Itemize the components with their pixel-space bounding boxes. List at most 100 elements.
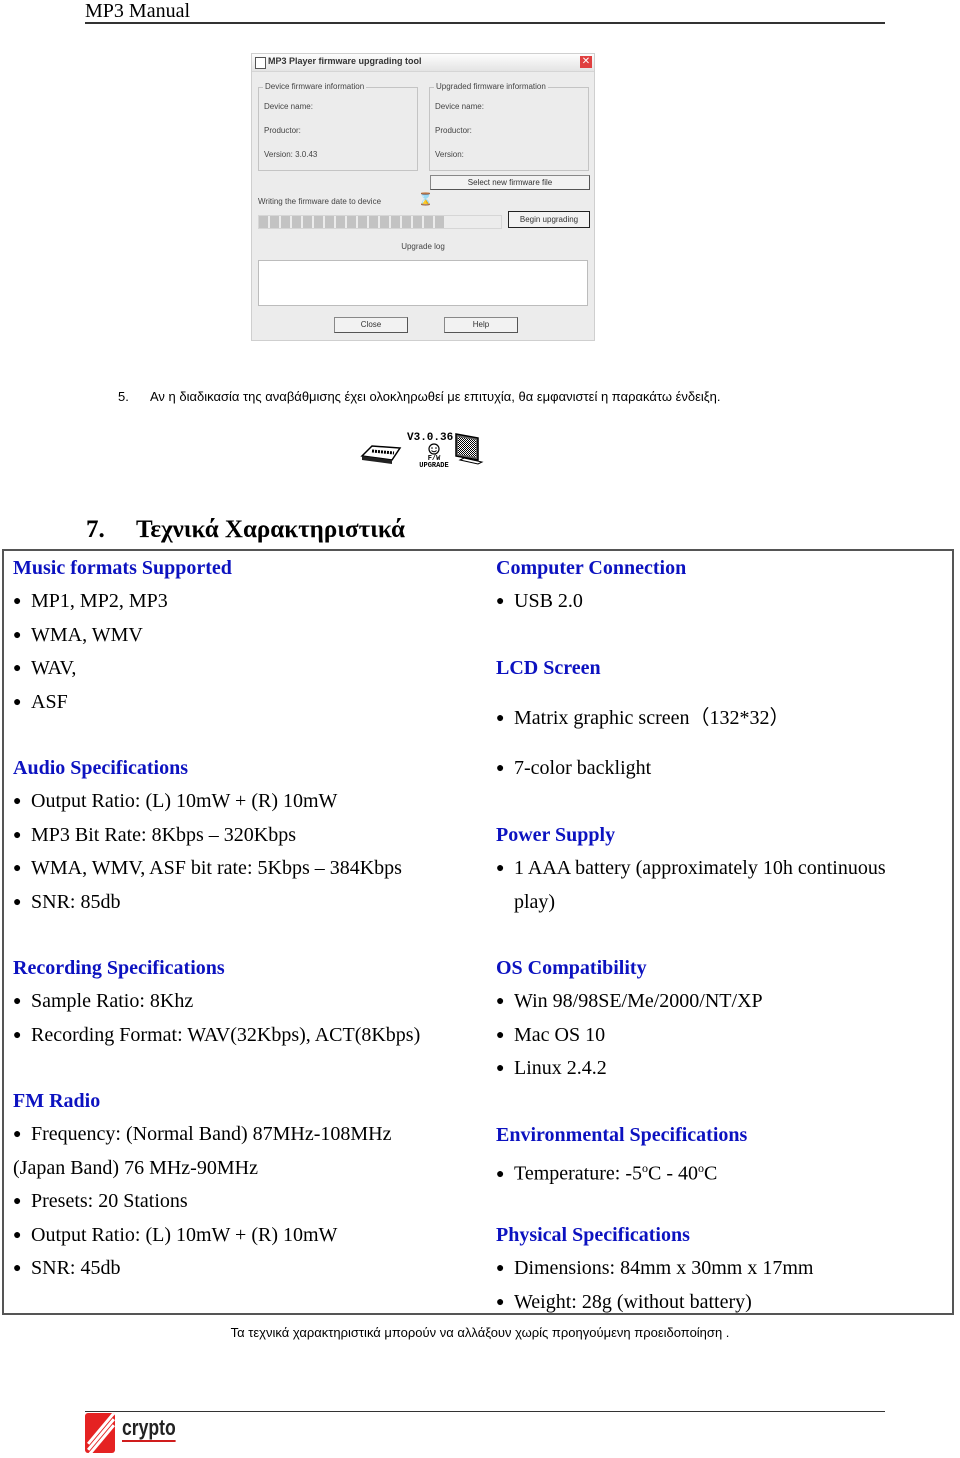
dialog-title: MP3 Player firmware upgrading tool: [268, 56, 422, 66]
list-item: ● Dimensions: 84mm x 30mm x 17mm: [496, 1252, 813, 1286]
step-5: 5. Αν η διαδικασία της αναβάθμισης έχει ο…: [118, 389, 720, 404]
list-item: ● Frequency: (Normal Band) 87MHz-108MHz: [13, 1118, 391, 1152]
list-item: ● Output Ratio: (L) 10mW + (R) 10mW: [13, 1219, 391, 1253]
list-item: ● Mac OS 10: [496, 1019, 763, 1053]
monitor-icon: [455, 433, 484, 465]
section-title: Τεχνικά Χαρακτηριστικά: [136, 516, 405, 543]
close-icon[interactable]: ✕: [580, 56, 592, 68]
fm-radio-heading: FM Radio: [13, 1090, 101, 1112]
environmental-specs-block: Environmental Specifications ● Temperatur…: [496, 1119, 747, 1191]
dialog-titlebar: MP3 Player firmware upgrading tool ✕: [252, 54, 594, 72]
list-item: ● SNR: 45db: [13, 1252, 391, 1286]
upgrade-log-label: Upgrade log: [401, 242, 445, 251]
bullet-icon: ●: [13, 661, 22, 676]
bullet-icon: ●: [13, 894, 22, 910]
smiley-icon: [428, 443, 440, 455]
list-item: ● Win 98/98SE/Me/2000/NT/XP: [496, 985, 763, 1019]
bullet-icon: ●: [496, 1261, 505, 1276]
bullet-icon: ●: [496, 711, 505, 726]
step-number: 5.: [118, 389, 129, 404]
bullet-icon: ●: [13, 627, 22, 643]
lcd-screen-heading: LCD Screen: [496, 657, 601, 679]
productor-label: Productor:: [264, 126, 301, 135]
upgraded-firmware-group: Upgraded firmware information Device nam…: [429, 82, 589, 171]
power-supply-block: Power Supply ● 1 AAA battery (approximate…: [496, 819, 886, 919]
bullet-icon: ●: [496, 1294, 505, 1310]
hourglass-icon: ⌛: [418, 192, 433, 206]
begin-upgrading-button[interactable]: Begin upgrading: [508, 211, 590, 228]
music-formats-block: Music formats Supported ● MP1, MP2, MP3 ●…: [13, 552, 232, 719]
page-header-title: MP3 Manual: [85, 0, 190, 22]
progress-fill: [259, 216, 446, 228]
specifications-table: Music formats Supported ● MP1, MP2, MP3 ●…: [2, 549, 954, 1315]
bullet-icon: ●: [496, 760, 505, 776]
fm-radio-block: FM Radio ● Frequency: (Normal Band) 87MHz…: [13, 1085, 391, 1286]
environmental-specs-heading: Environmental Specifications: [496, 1124, 748, 1146]
bullet-icon: ●: [13, 1261, 22, 1276]
productor-label: Productor:: [435, 126, 472, 135]
list-item: ● Weight: 28g (without battery): [496, 1286, 813, 1320]
page-header: MP3 Manual: [85, 0, 885, 24]
close-button[interactable]: Close: [334, 317, 408, 333]
select-firmware-file-button[interactable]: Select new firmware file: [430, 175, 590, 190]
list-item-continuation: (Japan Band) 76 MHz-90MHz: [13, 1156, 258, 1179]
upgrade-progress-bar: [258, 215, 502, 229]
physical-specs-heading: Physical Specifications: [496, 1224, 690, 1246]
section-heading: 7. Τεχνικά Χαρακτηριστικά: [86, 516, 405, 544]
device-icon: [360, 445, 402, 464]
computer-connection-heading: Computer Connection: [496, 557, 687, 579]
bullet-icon: ●: [13, 794, 22, 809]
bullet-icon: ●: [496, 994, 505, 1009]
physical-specs-block: Physical Specifications ● Dimensions: 84m…: [496, 1219, 813, 1319]
list-item: ● MP1, MP2, MP3: [13, 585, 232, 619]
audio-specs-heading: Audio Specifications: [13, 757, 189, 779]
list-item: ● Linux 2.4.2: [496, 1052, 763, 1086]
version-label: Version: 3.0.43: [264, 150, 318, 159]
section-number: 7.: [86, 516, 105, 543]
specs-change-note: Τα τεχνικά χαρακτηριστικά μπορούν να αλλ…: [230, 1325, 730, 1340]
list-item: ● Temperature: -5oC - 40oC: [496, 1152, 747, 1191]
computer-connection-block: Computer Connection ● USB 2.0: [496, 552, 686, 619]
bullet-icon: ●: [496, 1027, 505, 1043]
bullet-icon: ●: [13, 827, 22, 843]
list-item: ● Sample Ratio: 8Khz: [13, 985, 420, 1019]
list-item-continuation: play): [514, 890, 556, 913]
lcd-upgrade-text: UPGRADE: [419, 462, 448, 468]
device-firmware-group: Device firmware information Device name:…: [258, 82, 418, 171]
group-legend: Device firmware information: [263, 82, 367, 91]
list-item: ● 7-color backlight: [496, 752, 789, 786]
lcd-screen-block: LCD Screen ● Matrix graphic screen（132*32…: [496, 652, 789, 785]
crypto-logo-text: crypto: [122, 1415, 176, 1442]
bullet-icon: ●: [496, 861, 505, 876]
bullet-icon: ●: [13, 694, 22, 710]
bullet-icon: ●: [13, 861, 22, 876]
list-item: ● ASF: [13, 686, 232, 720]
version-label: Version:: [435, 150, 464, 159]
recording-specs-block: Recording Specifications ● Sample Ratio: …: [13, 952, 420, 1052]
os-compatibility-block: OS Compatibility ● Win 98/98SE/Me/2000/NT…: [496, 952, 763, 1086]
list-item: ● SNR: 85db: [13, 886, 402, 920]
music-formats-heading: Music formats Supported: [13, 557, 232, 579]
device-name-label: Device name:: [264, 102, 313, 111]
list-item: ● Recording Format: WAV(32Kbps), ACT(8Kbp…: [13, 1019, 420, 1053]
bullet-icon: ●: [13, 994, 22, 1009]
bullet-icon: ●: [496, 1166, 505, 1182]
upgrade-log-textarea[interactable]: [258, 260, 588, 306]
bullet-icon: ●: [13, 1227, 22, 1243]
list-item: ● Matrix graphic screen（132*32）: [496, 702, 789, 736]
list-item: ● Output Ratio: (L) 10mW + (R) 10mW: [13, 785, 402, 819]
list-item: ● Presets: 20 Stations: [13, 1185, 391, 1219]
app-icon: [255, 57, 266, 69]
list-item: ● USB 2.0: [496, 585, 686, 619]
audio-specs-block: Audio Specifications ● Output Ratio: (L) …: [13, 752, 402, 919]
firmware-upgrade-lcd-image: V3.0.36 F/W UPGRADE: [360, 432, 484, 468]
os-compatibility-heading: OS Compatibility: [496, 957, 647, 979]
step-text: Αν η διαδικασία της αναβάθμισης έχει ολο…: [150, 389, 721, 404]
bullet-icon: ●: [496, 1061, 505, 1076]
bullet-icon: ●: [13, 1127, 22, 1142]
footer-divider: [85, 1411, 885, 1412]
status-text: Writing the firmware date to device: [258, 197, 382, 206]
help-button[interactable]: Help: [444, 317, 518, 333]
lcd-version-text: V3.0.36: [407, 432, 453, 444]
list-item: ● WMA, WMV: [13, 619, 232, 653]
